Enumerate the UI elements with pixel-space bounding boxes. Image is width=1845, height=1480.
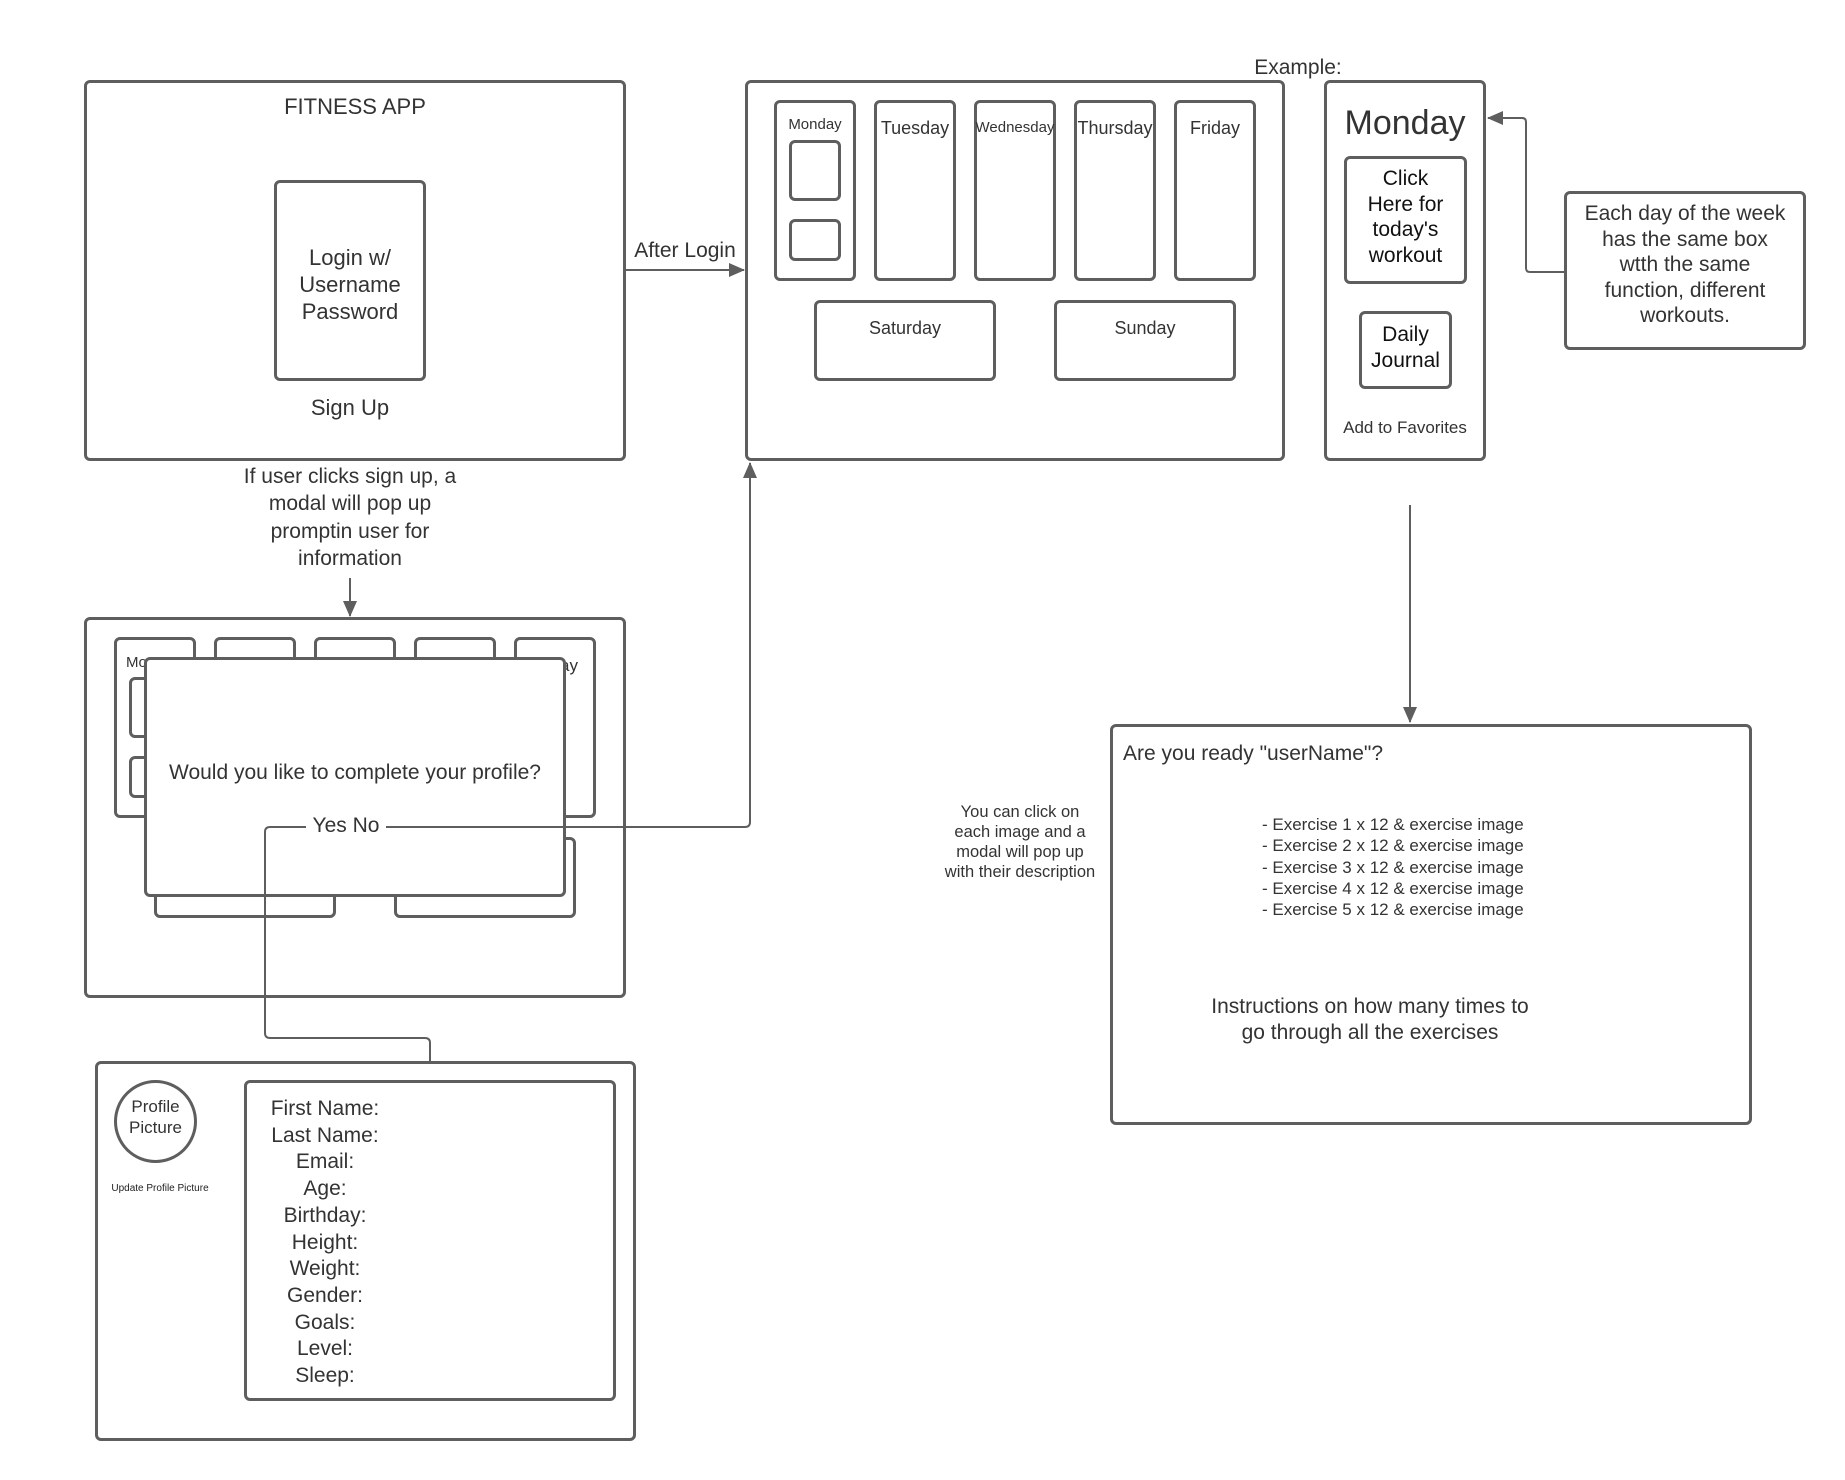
profile-fields-list: First Name: Last Name: Email: Age: Birth…: [250, 1096, 400, 1390]
exercise-item[interactable]: - Exercise 2 x 12 & exercise image: [1262, 835, 1562, 856]
day-label-wednesday: Wednesday: [975, 119, 1055, 136]
exercise-item[interactable]: - Exercise 5 x 12 & exercise image: [1262, 899, 1562, 920]
login-button-label: Login w/ Username Password: [299, 245, 401, 324]
field-email[interactable]: Email:: [250, 1149, 400, 1176]
app-title: FITNESS APP: [284, 94, 426, 119]
field-last-name[interactable]: Last Name:: [250, 1123, 400, 1150]
profile-picture-label: Profile Picture: [129, 1097, 182, 1137]
annotation-text: Each day of the week has the same box wt…: [1584, 202, 1786, 328]
field-age[interactable]: Age:: [250, 1176, 400, 1203]
day-label-tuesday: Tuesday: [880, 118, 950, 138]
field-weight[interactable]: Weight:: [250, 1256, 400, 1283]
workout-screen: [1110, 724, 1752, 1125]
after-login-label: After Login: [634, 239, 736, 262]
monday-example-title: Monday: [1344, 104, 1466, 142]
exercise-item[interactable]: - Exercise 3 x 12 & exercise image: [1262, 857, 1562, 878]
field-first-name[interactable]: First Name:: [250, 1096, 400, 1123]
workout-greeting: Are you ready "userName"?: [1123, 742, 1384, 765]
field-sleep[interactable]: Sleep:: [250, 1363, 400, 1390]
day-card-sunday[interactable]: [1054, 300, 1236, 381]
day-card-saturday[interactable]: [814, 300, 996, 381]
field-goals[interactable]: Goals:: [250, 1310, 400, 1337]
exercise-item[interactable]: - Exercise 4 x 12 & exercise image: [1262, 878, 1562, 899]
annotation-arrow: [1487, 111, 1564, 273]
day-label-thursday: Thursday: [1077, 118, 1153, 138]
monday-workout-mini[interactable]: [789, 140, 841, 201]
daily-journal-label: Daily Journal: [1371, 323, 1440, 372]
day-label-saturday: Saturday: [868, 318, 942, 338]
exercise-click-note: You can click on each image and a modal …: [944, 803, 1096, 882]
example-label: Example:: [1254, 56, 1342, 79]
field-gender[interactable]: Gender:: [250, 1283, 400, 1310]
day-label-friday: Friday: [1189, 118, 1240, 138]
signup-link[interactable]: Sign Up: [274, 395, 426, 422]
profile-prompt-question: Would you like to complete your profile?: [169, 761, 541, 784]
monday-journal-mini[interactable]: [789, 219, 841, 261]
workout-instructions: Instructions on how many times to go thr…: [1211, 995, 1529, 1044]
update-profile-picture-link[interactable]: Update Profile Picture: [95, 1183, 225, 1195]
field-level[interactable]: Level:: [250, 1336, 400, 1363]
signup-note: If user clicks sign up, a modal will pop…: [243, 465, 457, 570]
exercise-list: - Exercise 1 x 12 & exercise image - Exe…: [1262, 814, 1562, 920]
yes-no-options[interactable]: Yes No: [306, 813, 386, 839]
day-label-sunday: Sunday: [1114, 318, 1176, 338]
day-label-monday: Monday: [788, 116, 842, 133]
add-to-favorites-link[interactable]: Add to Favorites: [1324, 418, 1486, 439]
todays-workout-label: Click Here for today's workout: [1367, 167, 1444, 267]
exercise-item[interactable]: - Exercise 1 x 12 & exercise image: [1262, 814, 1562, 835]
field-birthday[interactable]: Birthday:: [250, 1203, 400, 1230]
field-height[interactable]: Height:: [250, 1230, 400, 1257]
